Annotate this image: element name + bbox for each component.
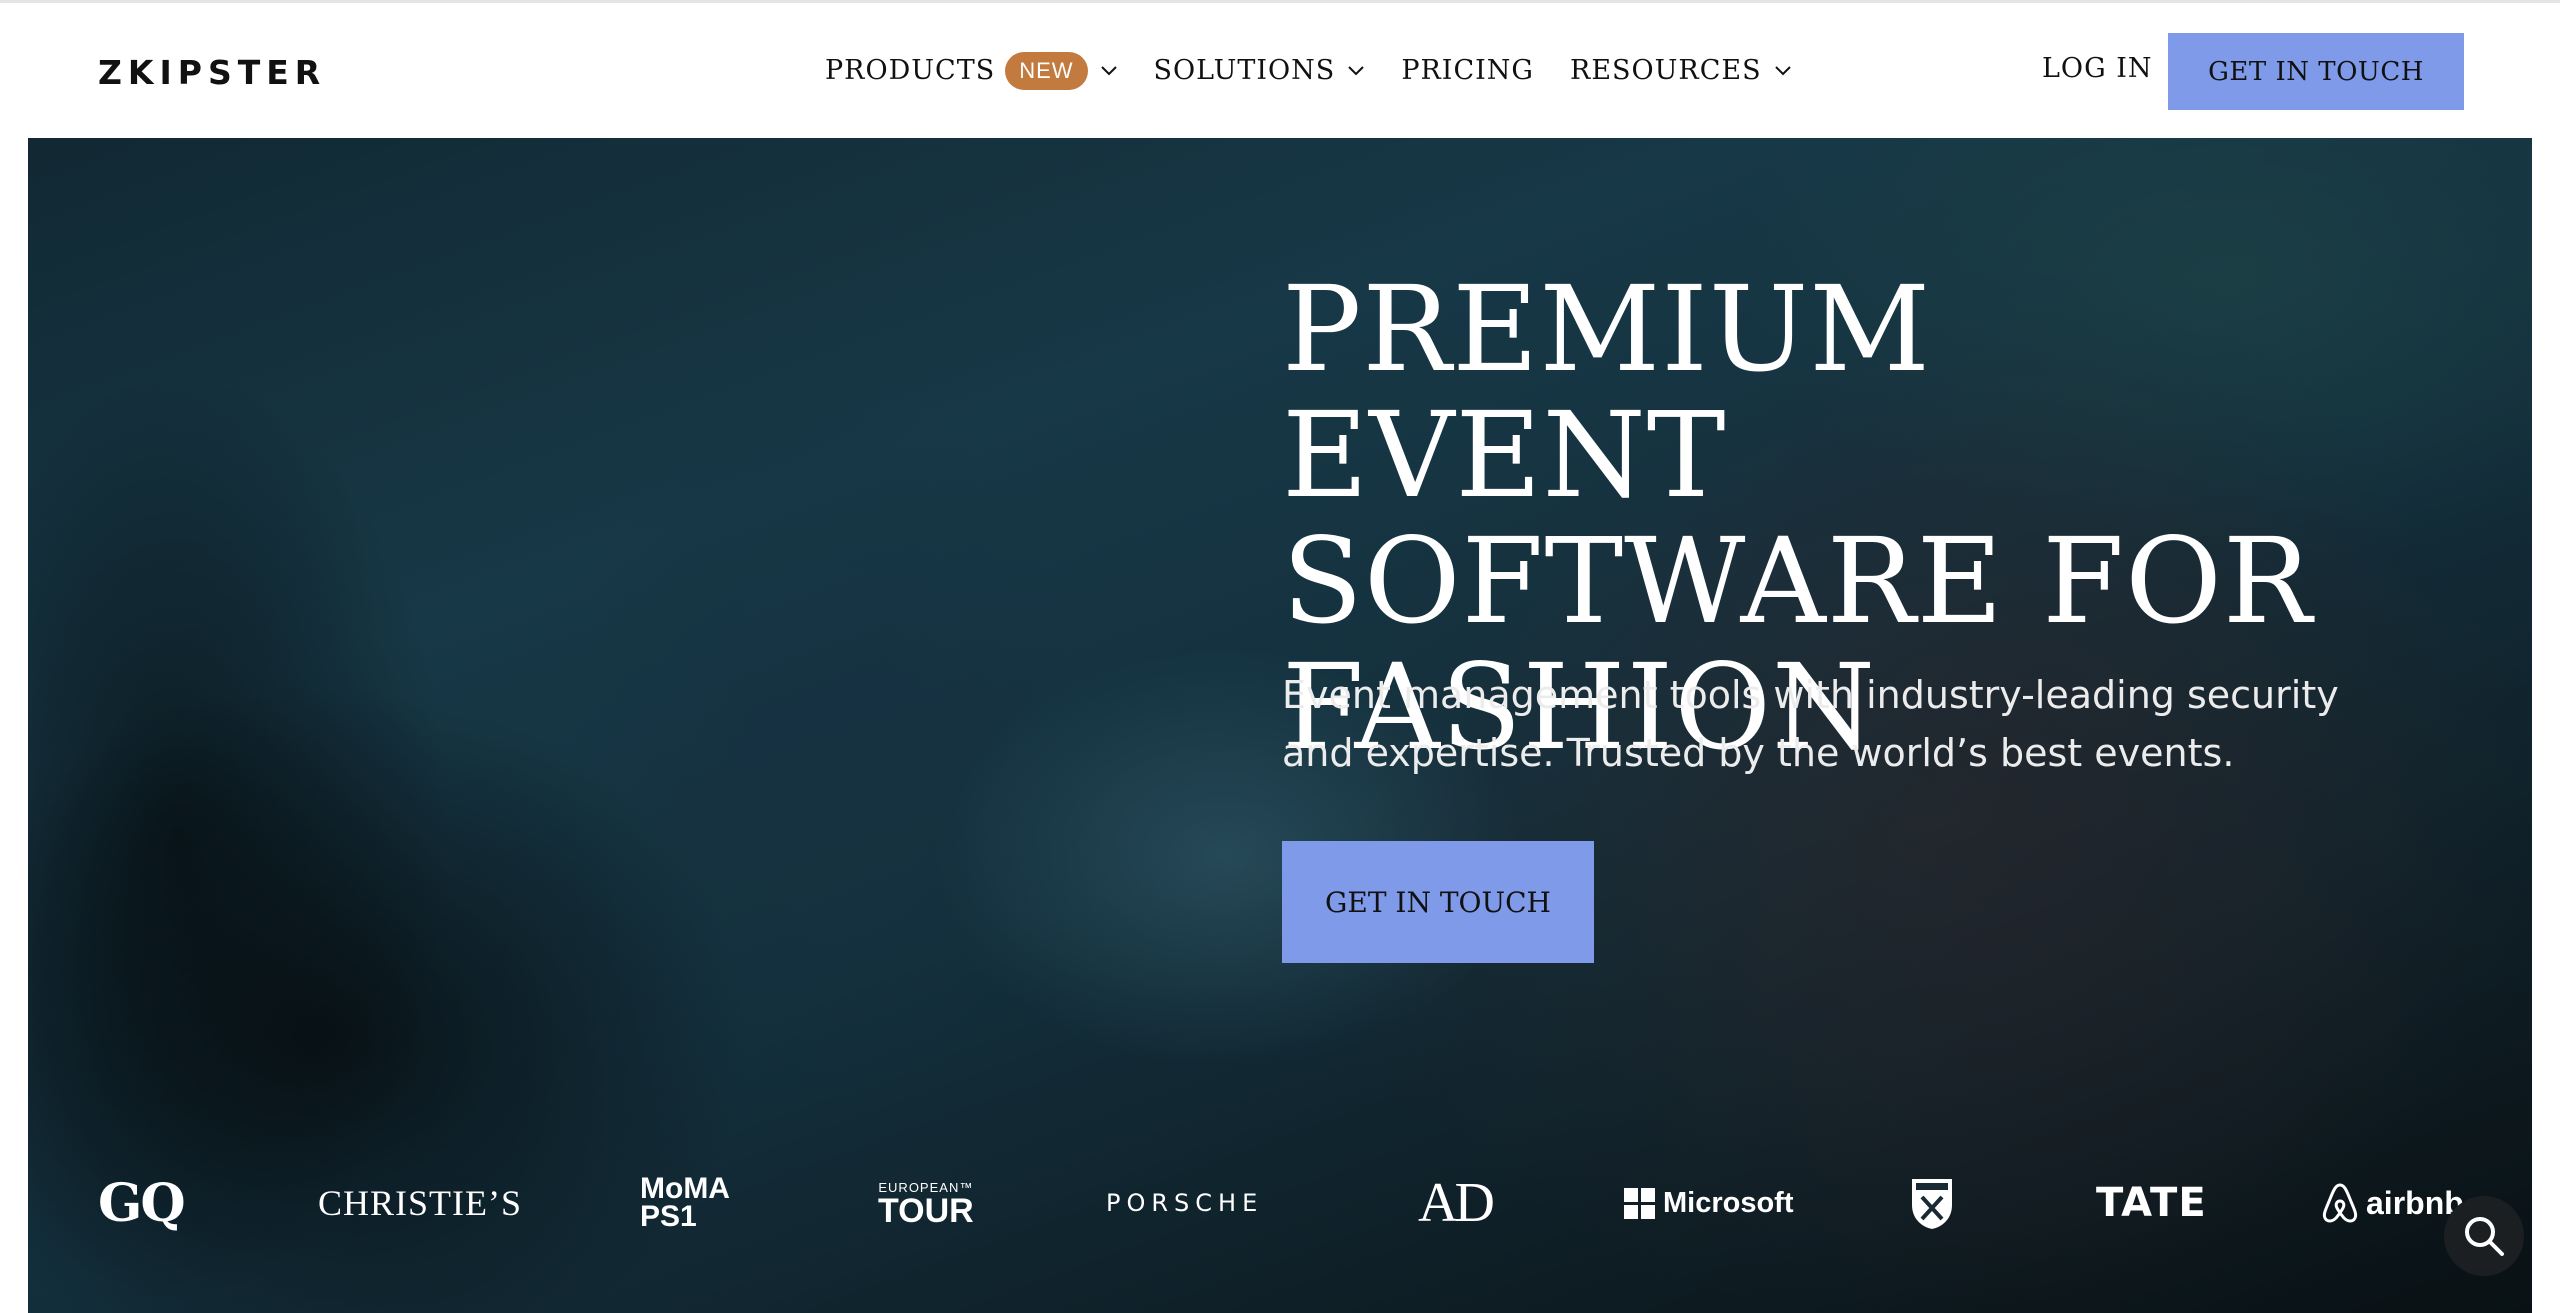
search-icon	[2465, 1217, 2504, 1256]
hero-subtitle-line: Event management tools with industry-lea…	[1282, 673, 2339, 717]
hero-title-line: SOFTWARE FOR	[1282, 512, 2313, 650]
nav-item-products[interactable]: PRODUCTS NEW	[825, 51, 1118, 90]
nav-item-label: SOLUTIONS	[1153, 55, 1336, 86]
moma-line: MoMA	[640, 1172, 730, 1205]
microsoft-wordmark: Microsoft	[1663, 1186, 1794, 1219]
porsche-logo: PORSCHE	[1106, 1189, 1264, 1217]
chevron-down-icon	[1348, 65, 1365, 75]
hero-subtitle: Event management tools with industry-lea…	[1282, 666, 2382, 782]
nav-item-solutions[interactable]: SOLUTIONS	[1154, 55, 1366, 86]
hero-subtitle-line: and expertise. Trusted by the world’s be…	[1282, 731, 2235, 775]
chevron-down-icon	[1100, 65, 1117, 75]
airbnb-logo: airbnb	[2320, 1148, 2464, 1258]
tour-line: TOUR	[878, 1191, 974, 1230]
nav-item-resources[interactable]: RESOURCES	[1570, 55, 1792, 86]
airbnb-icon	[2322, 1183, 2358, 1223]
login-link[interactable]: LOG IN	[2042, 53, 2153, 84]
client-logos-strip: GQ CHRISTIE’S MoMA PS1 EUROPEAN™ TOUR PO…	[28, 1148, 2532, 1258]
hero-title-line: PREMIUM EVENT	[1282, 260, 1932, 524]
tate-logo: TATE	[2096, 1180, 2207, 1226]
ad-logo: AD	[1418, 1172, 1495, 1234]
search-button[interactable]	[2444, 1196, 2524, 1276]
microsoft-logo: Microsoft	[1624, 1148, 1794, 1258]
european-tour-logo: EUROPEAN™ TOUR	[878, 1148, 974, 1258]
new-badge: NEW	[1005, 51, 1088, 90]
crest-icon	[1912, 1179, 1952, 1229]
nav-item-label: PRICING	[1401, 55, 1534, 86]
nav-item-label: PRODUCTS	[825, 55, 996, 86]
moma-ps1-logo: MoMA PS1	[640, 1148, 730, 1258]
nav-item-label: RESOURCES	[1570, 55, 1762, 86]
main-nav: PRODUCTS NEW SOLUTIONS PRICING RESOURCES	[825, 3, 1828, 138]
gq-logo: GQ	[98, 1172, 186, 1234]
hero-get-in-touch-button[interactable]: GET IN TOUCH	[1282, 841, 1594, 963]
brand-logo[interactable]: ZKIPSTER	[98, 53, 326, 92]
top-navbar: ZKIPSTER PRODUCTS NEW SOLUTIONS PRICING …	[0, 3, 2560, 138]
west-ham-crest-logo	[1908, 1148, 1956, 1258]
hero-section: PREMIUM EVENT SOFTWARE FOR FASHION Event…	[28, 138, 2532, 1313]
microsoft-squares-icon	[1624, 1187, 1655, 1219]
get-in-touch-button[interactable]: GET IN TOUCH	[2168, 33, 2464, 110]
nav-item-pricing[interactable]: PRICING	[1401, 55, 1534, 86]
chevron-down-icon	[1774, 65, 1791, 75]
christies-logo: CHRISTIE’S	[318, 1183, 523, 1223]
ps1-line: PS1	[640, 1200, 697, 1233]
